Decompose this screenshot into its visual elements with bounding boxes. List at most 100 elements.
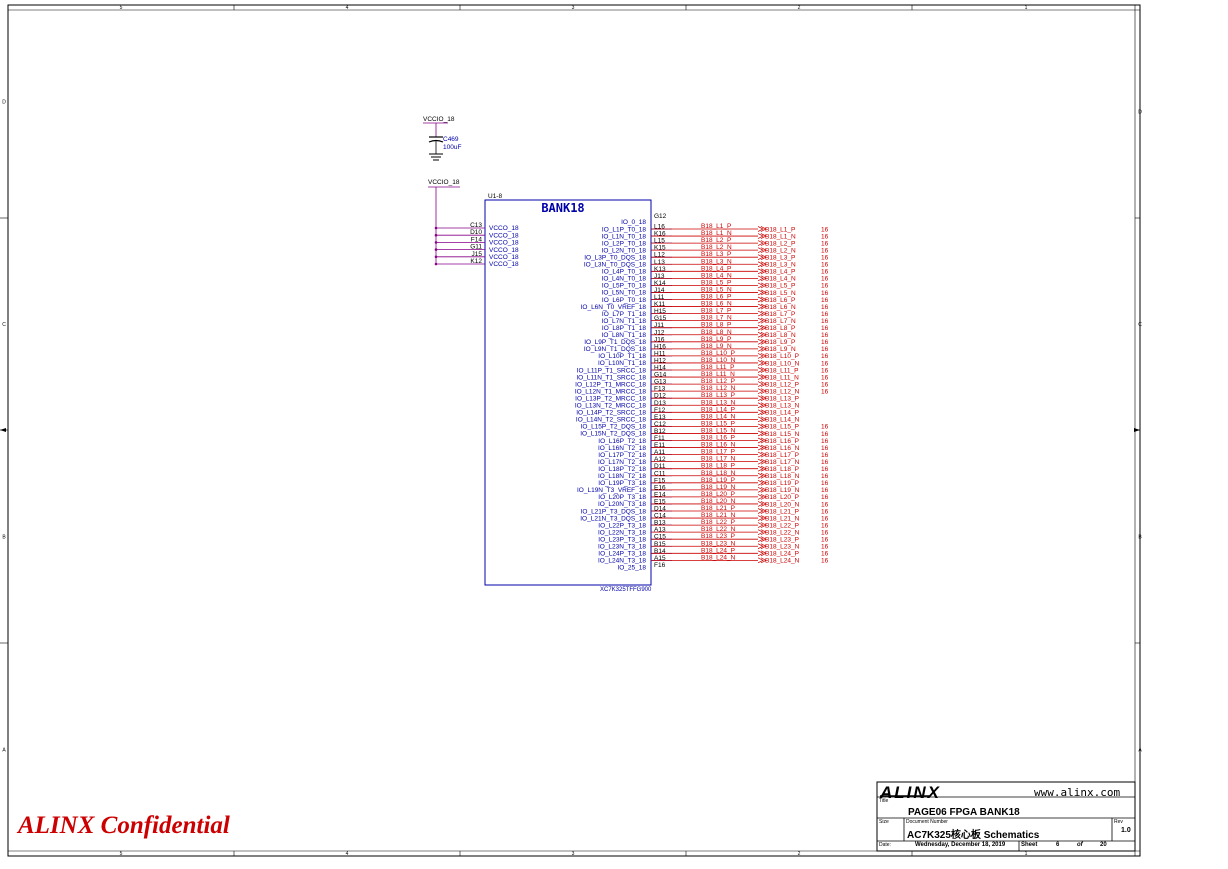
left-center-arrow bbox=[0, 428, 6, 432]
offpage-port-name: B18_L10_N bbox=[765, 360, 800, 367]
offpage-port-name: B18_L21_N bbox=[765, 515, 800, 522]
offpage-port-name: B18_L7_P bbox=[765, 311, 795, 318]
io-pin-name: IO_L15N_T2_DQS_18 bbox=[580, 431, 646, 438]
offpage-page-ref: 16 bbox=[821, 529, 829, 536]
top-zone-label: 4 bbox=[346, 5, 349, 11]
offpage-port-name: B18_L18_P bbox=[765, 466, 799, 473]
pin-number: F13 bbox=[654, 386, 666, 393]
offpage-port-name: B18_L22_N bbox=[765, 529, 800, 536]
io-pin-name: IO_L12P_T1_MRCC_18 bbox=[575, 381, 646, 388]
pin-number: A12 bbox=[654, 456, 666, 463]
pin-number: D13 bbox=[654, 400, 666, 407]
offpage-page-ref: 16 bbox=[821, 522, 829, 529]
pin-number: L13 bbox=[654, 259, 665, 266]
offpage-port-name: B18_L15_N bbox=[765, 431, 800, 438]
size-label: Size bbox=[879, 819, 889, 825]
pin-number: F14 bbox=[471, 236, 483, 243]
confidential-watermark: ALINX Confidential bbox=[18, 812, 230, 839]
offpage-page-ref: 16 bbox=[821, 544, 829, 551]
io-pin-name: IO_L4P_T0_18 bbox=[602, 269, 646, 276]
offpage-page-ref: 16 bbox=[821, 247, 829, 254]
pin-number: B14 bbox=[654, 548, 666, 555]
io-pin-name: IO_L11N_T1_SRCC_18 bbox=[576, 374, 646, 381]
offpage-port-name: B18_L13_N bbox=[765, 403, 800, 410]
pin-number: D11 bbox=[654, 463, 666, 470]
pin-number: K12 bbox=[470, 258, 482, 265]
vcco-pin-name: VCCO_18 bbox=[489, 240, 519, 247]
offpage-port-name: B18_L3_P bbox=[765, 255, 795, 262]
offpage-page-ref: 16 bbox=[821, 255, 829, 262]
net-label: B18_L3_P bbox=[701, 251, 731, 258]
offpage-port-name: B18_L4_N bbox=[765, 276, 796, 283]
pin-number: G14 bbox=[654, 372, 667, 379]
offpage-page-ref: 16 bbox=[821, 494, 829, 501]
io-pin-name: IO_L6P_T0_18 bbox=[602, 297, 646, 304]
offpage-page-ref: 16 bbox=[821, 501, 829, 508]
net-label: B18_L8_P bbox=[701, 322, 731, 329]
net-label: B18_L15_P bbox=[701, 420, 735, 427]
pin-number: B12 bbox=[654, 428, 666, 435]
pin-number: E14 bbox=[654, 491, 666, 498]
net-label: B18_L24_P bbox=[701, 547, 735, 554]
net-label: B18_L18_N bbox=[701, 470, 736, 477]
offpage-port-name: B18_L2_P bbox=[765, 240, 795, 247]
offpage-port-name: B18_L14_N bbox=[765, 417, 800, 424]
offpage-page-ref: 16 bbox=[821, 480, 829, 487]
drawing-frame: 5 4 3 2 1 5 4 3 2 1 D C B A D C B A bbox=[0, 4, 1142, 857]
io-pin-name: IO_L3N_T0_DQS_18 bbox=[584, 262, 647, 269]
offpage-page-ref: 16 bbox=[821, 558, 829, 565]
pin-number: B15 bbox=[654, 541, 666, 548]
net-label: B18_L5_N bbox=[701, 286, 732, 293]
io-pin-name: IO_L16P_T2_18 bbox=[598, 438, 646, 445]
io-pin-name: IO_L21P_T3_DQS_18 bbox=[581, 508, 647, 515]
io-pin-name: IO_L18P_T2_18 bbox=[598, 466, 646, 473]
pin-number: G13 bbox=[654, 379, 667, 386]
sheet-total: 20 bbox=[1100, 842, 1107, 848]
io-pin-name: IO_L11P_T1_SRCC_18 bbox=[577, 367, 647, 374]
offpage-port-name: B18_L24_P bbox=[765, 551, 799, 558]
net-label: B18_L23_N bbox=[701, 540, 736, 547]
right-zone-label: D bbox=[1138, 110, 1142, 116]
offpage-page-ref: 16 bbox=[821, 240, 829, 247]
title-block-logo: ALINX bbox=[880, 783, 941, 802]
offpage-page-ref: 16 bbox=[821, 459, 829, 466]
offpage-page-ref: 16 bbox=[821, 445, 829, 452]
supply-net-label: VCCIO_18 bbox=[428, 179, 460, 186]
pin-number: H12 bbox=[654, 357, 666, 364]
net-label: B18_L7_N bbox=[701, 315, 732, 322]
net-label: B18_L18_P bbox=[701, 463, 735, 470]
offpage-port-name: B18_L20_P bbox=[765, 494, 799, 501]
vcco-pin-name: VCCO_18 bbox=[489, 254, 519, 261]
bank-name: BANK18 bbox=[541, 201, 584, 215]
io-pin-name: IO_L8P_T1_18 bbox=[602, 325, 646, 332]
net-label: B18_L15_N bbox=[701, 427, 736, 434]
offpage-port-name: B18_L16_P bbox=[765, 438, 799, 445]
pin-number: H14 bbox=[654, 365, 666, 372]
net-label: B18_L19_P bbox=[701, 477, 735, 484]
offpage-port-name: B18_L17_P bbox=[765, 452, 799, 459]
offpage-port-name: B18_L15_P bbox=[765, 424, 799, 431]
bottom-zone-label: 5 bbox=[120, 851, 123, 857]
pin-number: C12 bbox=[654, 421, 666, 428]
net-label: B18_L20_N bbox=[701, 498, 736, 505]
date-label: Date: bbox=[879, 842, 891, 848]
offpage-page-ref: 16 bbox=[821, 551, 829, 558]
pin-number: K13 bbox=[654, 266, 666, 273]
junction-dot bbox=[434, 233, 438, 237]
io-pin-name: IO_L22N_T3_18 bbox=[598, 529, 646, 536]
pin-number: C13 bbox=[470, 222, 482, 229]
io-pin-name: IO_L21N_T3_DQS_18 bbox=[580, 515, 646, 522]
net-label: B18_L9_P bbox=[701, 336, 731, 343]
offpage-page-ref: 16 bbox=[821, 388, 829, 395]
io-pin-name: IO_L8N_T1_18 bbox=[602, 332, 647, 339]
io-pin-name: IO_L19P_T3_18 bbox=[598, 480, 646, 487]
io-pin-name: IO_L2P_T0_18 bbox=[602, 240, 646, 247]
offpage-port-name: B18_L9_N bbox=[765, 346, 796, 353]
offpage-port-name: B18_L10_P bbox=[765, 353, 799, 360]
offpage-port-name: B18_L8_P bbox=[765, 325, 795, 332]
pin-number: H11 bbox=[654, 350, 666, 357]
net-label: B18_L20_P bbox=[701, 491, 735, 498]
junction-dot bbox=[434, 226, 438, 230]
io-pin-name: IO_L1P_T0_18 bbox=[602, 226, 646, 233]
io-pin-name: IO_L20P_T3_18 bbox=[598, 494, 646, 501]
